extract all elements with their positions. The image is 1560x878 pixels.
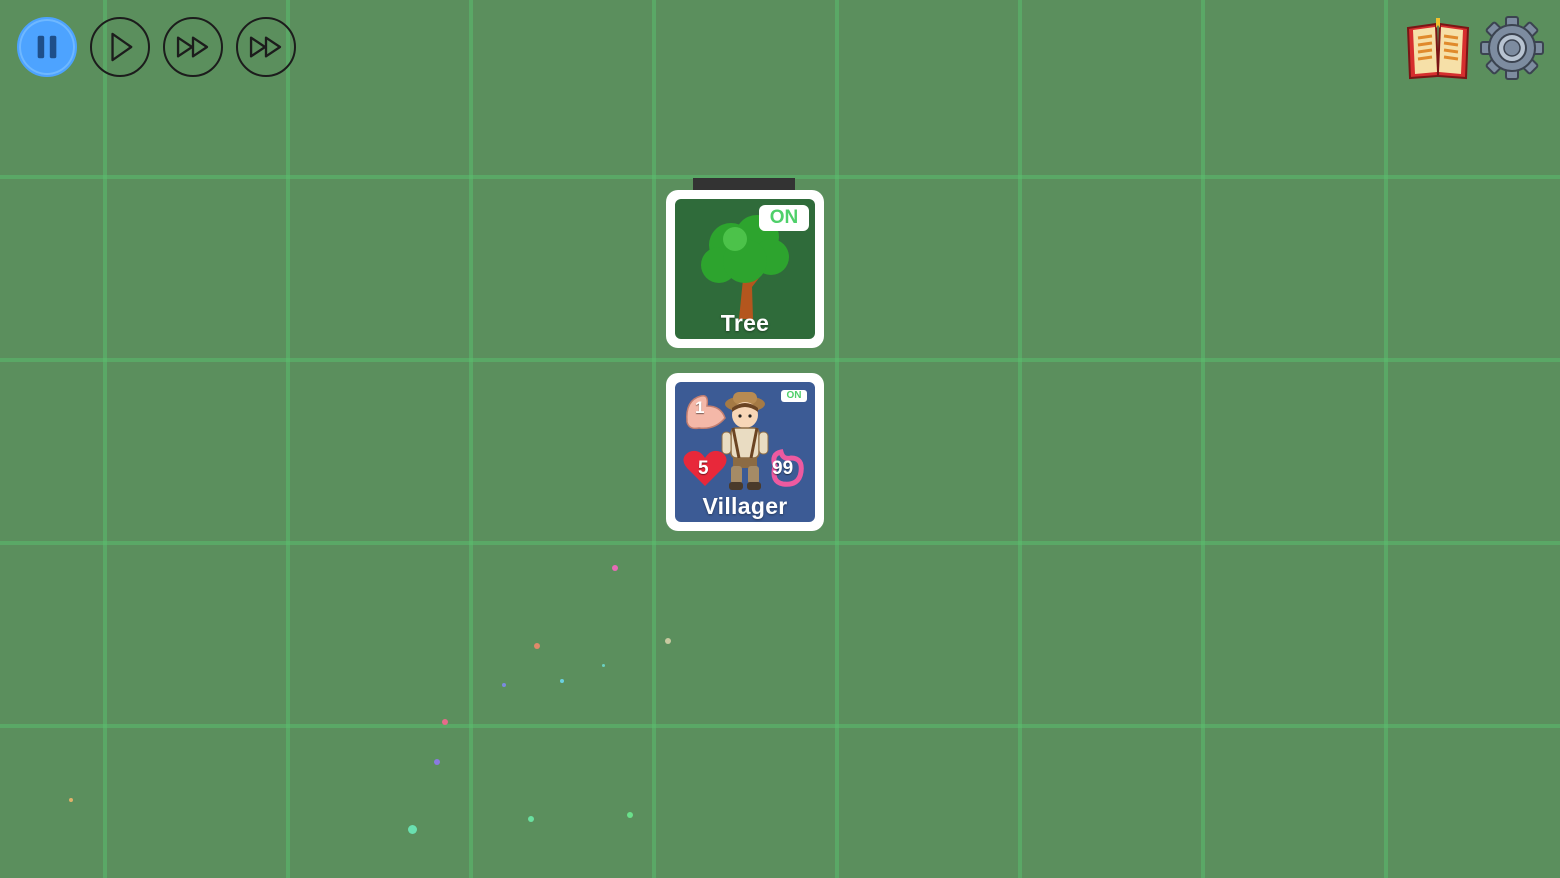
faster-forward-button[interactable] (236, 17, 296, 77)
sparkle (502, 683, 506, 687)
sparkle (612, 565, 618, 571)
fast-forward-button[interactable] (163, 17, 223, 77)
gear-icon (1480, 16, 1544, 80)
stack-drag-handle[interactable] (693, 178, 795, 190)
strength-value: 1 (695, 398, 705, 417)
food-value: 99 (772, 458, 794, 479)
health-value: 5 (698, 458, 709, 479)
fast-forward-icon (249, 36, 282, 58)
sparkle (408, 825, 417, 834)
sparkle (627, 812, 633, 818)
open-book-icon (1406, 18, 1470, 80)
sparkle (434, 759, 440, 765)
pause-icon (37, 35, 57, 59)
sparkle (534, 643, 540, 649)
pause-button[interactable] (17, 17, 77, 77)
card-title: Tree (720, 310, 770, 336)
tree-toggle[interactable]: ON (759, 205, 809, 231)
sparkle (69, 798, 73, 802)
villager-card-face: 1 5 99 ON Villager (675, 382, 815, 522)
settings-button[interactable] (1478, 14, 1546, 82)
fast-forward-icon (176, 36, 209, 58)
sparkle (560, 679, 564, 683)
play-icon (111, 32, 133, 62)
villager-card[interactable]: 1 5 99 ON Villager (666, 373, 824, 531)
recipe-book-button[interactable] (1404, 14, 1472, 82)
sparkle (528, 816, 534, 822)
sparkle (665, 638, 671, 644)
play-button[interactable] (90, 17, 150, 77)
card-title: Villager (702, 493, 788, 519)
sparkle (602, 664, 605, 667)
tree-card-face: ON Tree (675, 199, 815, 339)
tree-card[interactable]: ON Tree (666, 190, 824, 348)
sparkle (442, 719, 448, 725)
villager-toggle[interactable]: ON (781, 390, 807, 402)
